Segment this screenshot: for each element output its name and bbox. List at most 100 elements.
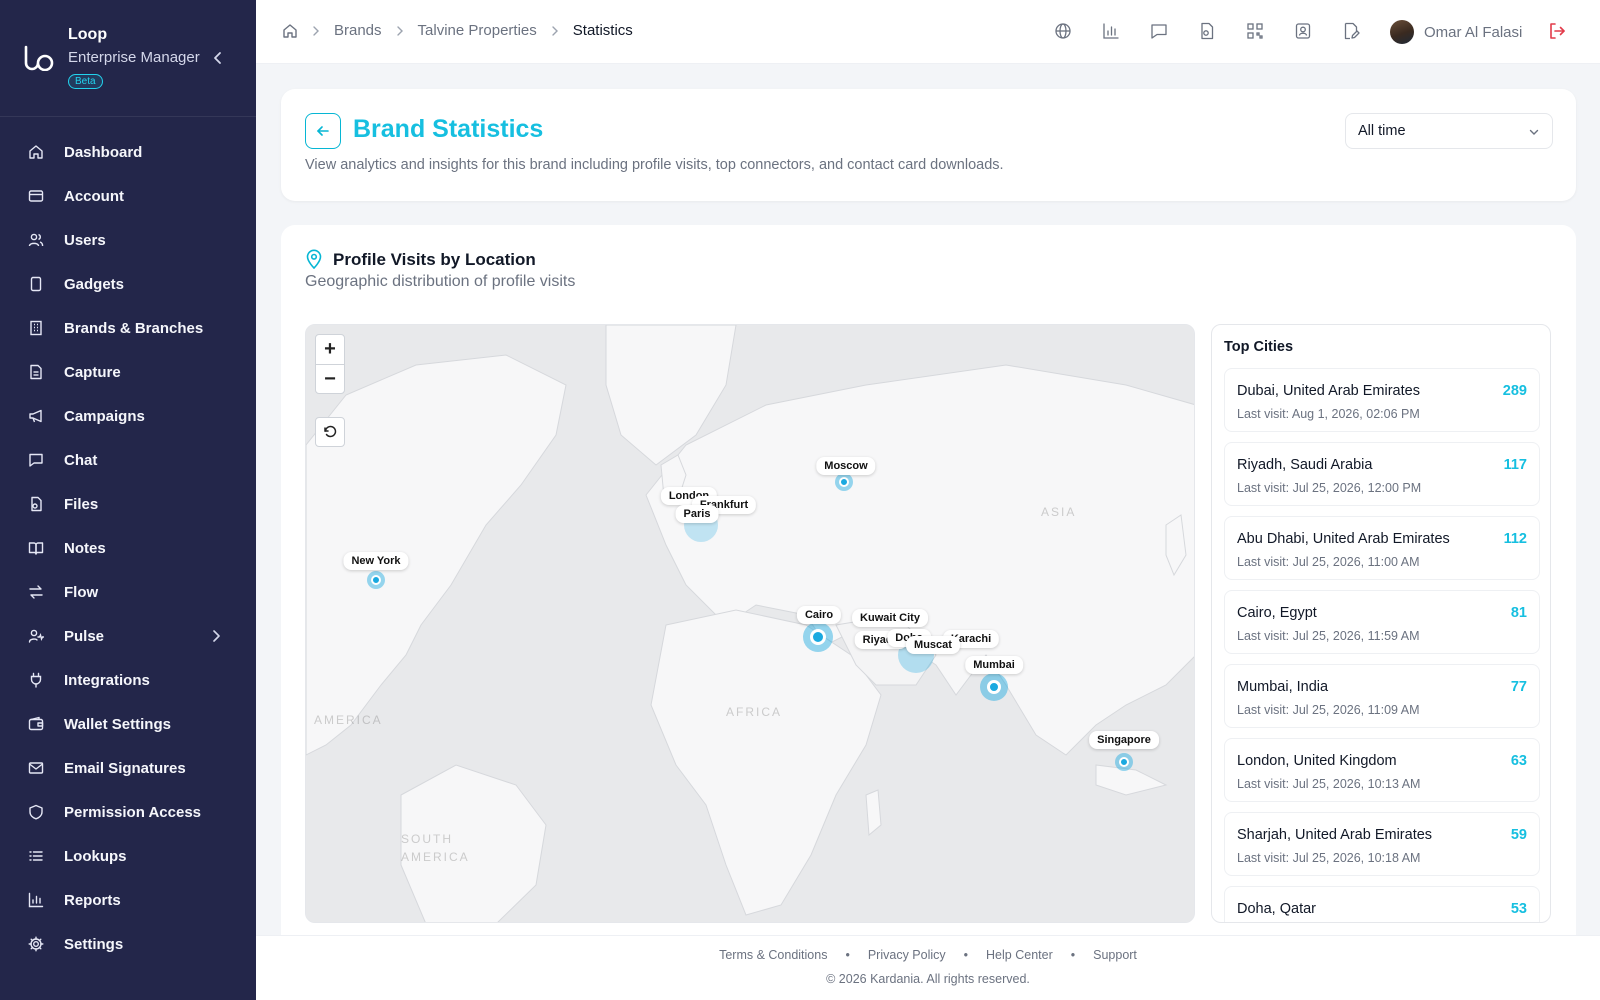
collapse-sidebar-icon[interactable] [208, 48, 228, 68]
chevron-right-icon [313, 25, 319, 36]
footer: Terms & Conditions • Privacy Policy • He… [256, 935, 1600, 1000]
map-pin-icon [306, 249, 322, 269]
sidebar-item-label: Account [64, 187, 124, 205]
arrow-left-icon [317, 126, 329, 136]
map-marker-mumbai[interactable] [980, 673, 1008, 701]
files-icon [31, 496, 42, 512]
city-item[interactable]: London, United Kingdom Last visit: Jul 2… [1224, 738, 1540, 802]
sidebar-nav: Dashboard Account Users Gadgets Brands &… [0, 130, 256, 966]
city-visit-count: 289 [1502, 383, 1527, 399]
region-label: SOUTH AMERICA [401, 832, 470, 864]
chevron-right-icon [396, 25, 403, 36]
logout-icon[interactable] [1548, 22, 1566, 40]
sidebar-item-label: Pulse [64, 627, 105, 645]
sidebar-item-settings[interactable]: Settings [0, 922, 256, 966]
sidebar-item-permission-access[interactable]: Permission Access [0, 790, 256, 834]
sidebar-item-users[interactable]: Users [0, 218, 256, 262]
footer-separator: • [845, 948, 850, 962]
breadcrumb-brands[interactable]: Brands [334, 22, 382, 39]
city-item[interactable]: Riyadh, Saudi Arabia Last visit: Jul 25,… [1224, 442, 1540, 506]
city-item[interactable]: Dubai, United Arab Emirates Last visit: … [1224, 368, 1540, 432]
city-name: Riyadh, Saudi Arabia [1237, 457, 1373, 473]
sidebar: Loop Enterprise Manager Beta Dashboard A… [0, 0, 256, 1000]
sidebar-item-email-signatures[interactable]: Email Signatures [0, 746, 256, 790]
breadcrumb-brand[interactable]: Talvine Properties [418, 22, 537, 39]
map-marker-singapore[interactable] [1115, 753, 1133, 771]
time-range-select[interactable]: All time [1345, 113, 1553, 149]
app-name: Loop [68, 26, 108, 43]
city-item[interactable]: Cairo, Egypt Last visit: Jul 25, 2026, 1… [1224, 590, 1540, 654]
zoom-in-button[interactable]: + [316, 335, 344, 364]
city-visit-count: 77 [1510, 679, 1527, 695]
top-cities-title: Top Cities [1224, 339, 1294, 355]
top-cities-list[interactable]: Dubai, United Arab Emirates Last visit: … [1224, 368, 1540, 922]
terms-link[interactable]: Terms & Conditions [719, 948, 827, 962]
page-header-card: Brand Statistics View analytics and insi… [281, 89, 1576, 201]
city-name: Sharjah, United Arab Emirates [1237, 827, 1433, 843]
globe-icon[interactable] [1054, 22, 1072, 40]
city-item[interactable]: Doha, Qatar 53 [1224, 886, 1540, 922]
brand-block: Loop Enterprise Manager Beta [22, 26, 242, 96]
sidebar-item-reports[interactable]: Reports [0, 878, 256, 922]
city-last-visit: Last visit: Jul 25, 2026, 11:00 AM [1237, 555, 1420, 569]
support-link[interactable]: Support [1093, 948, 1137, 962]
zoom-out-button[interactable]: − [316, 364, 344, 393]
shield-icon [29, 804, 43, 820]
privacy-link[interactable]: Privacy Policy [868, 948, 946, 962]
help-center-link[interactable]: Help Center [986, 948, 1053, 962]
sidebar-item-label: Notes [64, 539, 106, 557]
marker-label: Kuwait City [852, 609, 928, 627]
world-map[interactable]: AMERICA AFRICA ASIA SOUTH AMERICA + − Mo… [305, 324, 1195, 923]
marker-label: Cairo [796, 606, 842, 624]
sidebar-item-account[interactable]: Account [0, 174, 256, 218]
back-button[interactable] [305, 113, 341, 149]
sidebar-item-pulse[interactable]: Pulse [0, 614, 256, 658]
wallet-icon [28, 716, 44, 731]
sidebar-item-gadgets[interactable]: Gadgets [0, 262, 256, 306]
map-marker-cairo[interactable] [803, 622, 833, 652]
sidebar-item-dashboard[interactable]: Dashboard [0, 130, 256, 174]
city-item[interactable]: Abu Dhabi, United Arab Emirates Last vis… [1224, 516, 1540, 580]
sidebar-divider [0, 116, 256, 117]
map-marker-moscow[interactable] [835, 473, 853, 491]
sidebar-item-campaigns[interactable]: Campaigns [0, 394, 256, 438]
city-last-visit: Last visit: Jul 25, 2026, 11:09 AM [1237, 703, 1420, 717]
city-name: London, United Kingdom [1237, 753, 1397, 769]
list-icon [29, 851, 43, 861]
avatar [1390, 20, 1414, 44]
home-icon[interactable] [282, 23, 298, 39]
reset-view-button[interactable] [315, 417, 345, 447]
region-label: AMERICA [314, 713, 383, 727]
page-description: View analytics and insights for this bra… [305, 157, 1004, 173]
chevron-down-icon [1529, 129, 1539, 135]
sidebar-item-chat[interactable]: Chat [0, 438, 256, 482]
footer-links: Terms & Conditions • Privacy Policy • He… [256, 948, 1600, 962]
user-name: Omar Al Falasi [1424, 23, 1523, 41]
sidebar-item-label: Gadgets [64, 275, 125, 293]
sidebar-item-flow[interactable]: Flow [0, 570, 256, 614]
sidebar-item-capture[interactable]: Capture [0, 350, 256, 394]
sidebar-item-lookups[interactable]: Lookups [0, 834, 256, 878]
city-last-visit: Last visit: Aug 1, 2026, 02:06 PM [1237, 407, 1420, 421]
map-marker-new-york[interactable] [367, 571, 385, 589]
user-menu[interactable]: Omar Al Falasi [1390, 20, 1522, 44]
bar-chart-icon[interactable] [1102, 22, 1120, 40]
marker-label: Paris [675, 505, 719, 523]
header-toolbar [1054, 22, 1390, 40]
plug-icon [30, 672, 42, 688]
top-header: Brands Talvine Properties Statistics Oma… [256, 0, 1600, 64]
city-item[interactable]: Mumbai, India Last visit: Jul 25, 2026, … [1224, 664, 1540, 728]
city-item[interactable]: Sharjah, United Arab Emirates Last visit… [1224, 812, 1540, 876]
contact-card-icon[interactable] [1294, 22, 1312, 40]
sidebar-item-wallet-settings[interactable]: Wallet Settings [0, 702, 256, 746]
sidebar-item-notes[interactable]: Notes [0, 526, 256, 570]
sidebar-item-files[interactable]: Files [0, 482, 256, 526]
edit-document-icon[interactable] [1342, 22, 1360, 40]
gear-icon [28, 936, 44, 952]
files-icon[interactable] [1198, 22, 1216, 40]
qr-code-icon[interactable] [1246, 22, 1264, 40]
city-last-visit: Last visit: Jul 25, 2026, 10:13 AM [1237, 777, 1421, 791]
sidebar-item-brands-branches[interactable]: Brands & Branches [0, 306, 256, 350]
sidebar-item-integrations[interactable]: Integrations [0, 658, 256, 702]
chat-icon[interactable] [1150, 22, 1168, 40]
